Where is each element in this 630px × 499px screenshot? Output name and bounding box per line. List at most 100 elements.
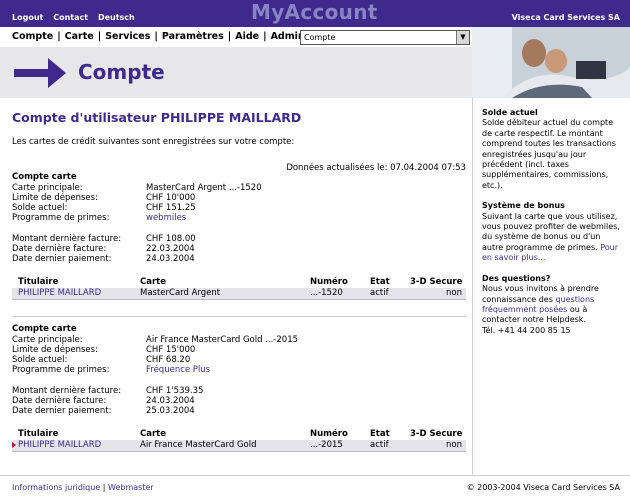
- card-3d-secure: non: [446, 440, 462, 450]
- top-bar: Logout Contact Deutsch MyAccount Viseca …: [0, 0, 630, 27]
- col-carte: Carte: [140, 429, 166, 439]
- footer-links: Informations juridique | Webmaster: [12, 483, 154, 492]
- card-number: ...-1520: [310, 288, 343, 298]
- column-divider: [472, 98, 473, 475]
- nav-parametres[interactable]: Paramètres: [162, 31, 224, 42]
- frequence-plus-link[interactable]: Fréquence Plus: [146, 365, 210, 375]
- webmaster-link[interactable]: Webmaster: [108, 483, 154, 492]
- footer-divider: [0, 475, 630, 476]
- billing-details: Montant dernière facture: CHF 1'539.35 D…: [12, 386, 466, 418]
- cards-table-header: Titulaire Carte Numéro Etat 3-D Secure: [12, 429, 466, 440]
- webmiles-link[interactable]: webmiles: [146, 213, 186, 223]
- arrow-right-icon: [14, 58, 66, 88]
- bonus-paragraph: Suivant la carte que vous utilisez, vous…: [482, 212, 624, 264]
- data-updated-timestamp: Données actualisées le: 07.04.2004 07:53: [286, 163, 466, 173]
- nav-carte[interactable]: Carte: [65, 31, 94, 42]
- helpdesk-phone: Tél. +41 44 200 85 15: [482, 325, 571, 335]
- field-label: Solde actuel:: [12, 355, 68, 365]
- cardholder-link[interactable]: PHILIPPE MAILLARD: [18, 440, 101, 450]
- nav-services[interactable]: Services: [105, 31, 150, 42]
- field-label: Solde actuel:: [12, 203, 68, 213]
- section-select-value: Compte: [304, 33, 336, 42]
- field-value: CHF 108.00: [146, 234, 196, 244]
- field-value: CHF 10'000: [146, 193, 196, 203]
- col-numero: Numéro: [310, 429, 348, 439]
- page-banner: Compte: [0, 47, 472, 98]
- header-photo: [472, 27, 630, 98]
- bonus-title: Système de bonus: [482, 201, 565, 211]
- top-links: Logout Contact Deutsch: [12, 13, 142, 23]
- card-account-details: Carte principale: Air France MasterCard …: [12, 335, 466, 379]
- solde-text: Solde débiteur actuel du compte de carte…: [482, 118, 616, 190]
- field-value: 24.03.2004: [146, 254, 195, 264]
- contact-link[interactable]: Contact: [53, 13, 88, 22]
- col-etat: Etat: [370, 429, 390, 439]
- card-status: actif: [370, 440, 389, 450]
- field-label: Date dernière facture:: [12, 396, 107, 406]
- questions-paragraph: Nous vous invitons à prendre connaissanc…: [482, 284, 624, 336]
- logout-link[interactable]: Logout: [12, 13, 43, 22]
- field-label: Carte principale:: [12, 335, 83, 345]
- table-row[interactable]: PHILIPPE MAILLARD MasterCard Argent ...-…: [12, 288, 466, 299]
- col-3d-secure: 3-D Secure: [410, 277, 463, 287]
- table-divider: [12, 299, 466, 300]
- table-divider: [12, 451, 466, 452]
- field-label: Programme de primes:: [12, 365, 110, 375]
- language-link[interactable]: Deutsch: [98, 13, 135, 22]
- card-account-title: Compte carte: [12, 172, 77, 182]
- field-value: MasterCard Argent ...-1520: [146, 183, 262, 193]
- col-titulaire: Titulaire: [18, 277, 59, 287]
- field-label: Date dernier paiement:: [12, 254, 112, 264]
- field-label: Date dernier paiement:: [12, 406, 112, 416]
- page-banner-title: Compte: [78, 60, 165, 84]
- card-account-title: Compte carte: [12, 324, 77, 334]
- company-name: Viseca Card Services SA: [511, 13, 620, 22]
- cardholder-link[interactable]: PHILIPPE MAILLARD: [18, 288, 101, 298]
- chevron-down-icon[interactable]: ▼: [456, 31, 469, 44]
- field-label: Limite de dépenses:: [12, 193, 98, 203]
- field-value: CHF 15'000: [146, 345, 196, 355]
- nav-separator: |: [97, 31, 102, 42]
- nav-aide[interactable]: Aide: [235, 31, 259, 42]
- nav-separator: |: [263, 31, 267, 42]
- field-label: Limite de dépenses:: [12, 345, 98, 355]
- section-select[interactable]: Compte ▼: [300, 30, 470, 45]
- field-value: Air France MasterCard Gold ...-2015: [146, 335, 299, 345]
- field-value: 24.03.2004: [146, 396, 195, 406]
- field-label: Montant dernière facture:: [12, 234, 122, 244]
- col-etat: Etat: [370, 277, 390, 287]
- brand-logo: MyAccount: [251, 0, 378, 24]
- col-titulaire: Titulaire: [18, 429, 59, 439]
- nav-separator: |: [154, 31, 158, 42]
- card-number: ...-2015: [310, 440, 343, 450]
- field-label: Date dernière facture:: [12, 244, 107, 254]
- card-3d-secure: non: [446, 288, 462, 298]
- card-name: Air France MasterCard Gold: [140, 440, 257, 450]
- field-label: Montant dernière facture:: [12, 386, 122, 396]
- legal-link[interactable]: Informations juridique: [12, 483, 100, 492]
- field-value: CHF 151.25: [146, 203, 196, 213]
- help-sidebar: Solde actuel Solde débiteur actuel du co…: [482, 108, 624, 346]
- field-value: CHF 68.20: [146, 355, 191, 365]
- page-title: Compte d'utilisateur PHILIPPE MAILLARD: [12, 110, 302, 125]
- nav-separator: |: [227, 31, 232, 42]
- billing-details: Montant dernière facture: CHF 108.00 Dat…: [12, 234, 466, 266]
- table-row[interactable]: PHILIPPE MAILLARD Air France MasterCard …: [12, 440, 466, 451]
- intro-text: Les cartes de crédit suivantes sont enre…: [12, 137, 295, 147]
- cards-table-header: Titulaire Carte Numéro Etat 3-D Secure: [12, 277, 466, 288]
- section-divider: [12, 316, 466, 317]
- main-content: Compte d'utilisateur PHILIPPE MAILLARD L…: [12, 110, 466, 452]
- field-value: CHF 1'539.35: [146, 386, 204, 396]
- card-status: actif: [370, 288, 389, 298]
- solde-title: Solde actuel: [482, 108, 538, 117]
- copyright: © 2003-2004 Viseca Card Services SA: [466, 483, 620, 492]
- questions-title: Des questions?: [482, 273, 551, 283]
- col-numero: Numéro: [310, 277, 348, 287]
- nav-compte[interactable]: Compte: [12, 31, 53, 42]
- field-value: 22.03.2004: [146, 244, 195, 254]
- field-label: Programme de primes:: [12, 213, 110, 223]
- card-name: MasterCard Argent: [140, 288, 221, 298]
- nav-separator: |: [57, 31, 61, 42]
- col-carte: Carte: [140, 277, 166, 287]
- row-marker-icon: [12, 442, 16, 448]
